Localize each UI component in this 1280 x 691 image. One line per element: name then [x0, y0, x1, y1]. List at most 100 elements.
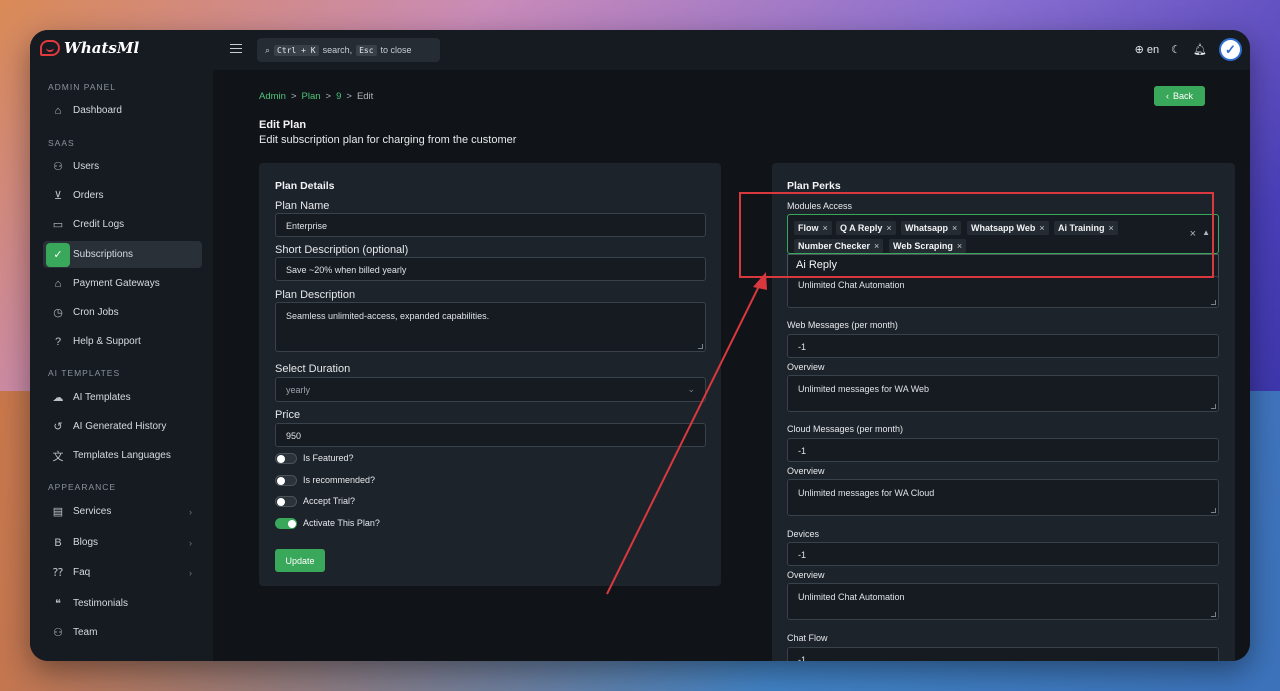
sidebar-item-label: Cron Jobs	[73, 307, 119, 318]
price-label: Price	[275, 409, 301, 421]
moon-icon[interactable]: ☾	[1171, 43, 1181, 56]
section-label-ai-templates: AI TEMPLATES	[48, 368, 121, 378]
sidebar-item-templates-languages[interactable]: 文 Templates Languages	[43, 442, 202, 469]
sidebar-item-label: Team	[73, 627, 98, 638]
team-icon: ⚇	[53, 627, 63, 639]
sidebar-item-users[interactable]: ⚇ Users	[43, 153, 202, 180]
breadcrumb-separator: >	[290, 91, 297, 102]
sidebar-item-orders[interactable]: ⊻ Orders	[43, 182, 202, 209]
sidebar-item-label: Orders	[73, 190, 104, 201]
topbar-actions: ⊕ en ☾ 🔔︎ ✓	[1135, 38, 1242, 61]
sidebar-item-services[interactable]: ▤ Services ›	[43, 498, 202, 525]
breadcrumb-admin[interactable]: Admin	[259, 91, 286, 102]
resize-handle-icon[interactable]	[1211, 508, 1216, 513]
section-label-appearance: APPEARANCE	[48, 482, 117, 492]
plan-description-label: Plan Description	[275, 289, 356, 301]
resize-handle-icon[interactable]	[1211, 404, 1216, 409]
section-label-admin: ADMIN PANEL	[48, 82, 116, 92]
price-input[interactable]: 950	[275, 423, 706, 447]
overview-label: Overview	[787, 362, 825, 372]
ai-icon: ☁	[52, 392, 64, 404]
chevron-right-icon: ›	[189, 567, 192, 578]
sidebar-item-help-support[interactable]: ? Help & Support	[43, 328, 202, 355]
sidebar-item-label: Services	[73, 506, 112, 517]
breadcrumb-separator: >	[325, 91, 332, 102]
bank-icon: ⌂	[54, 277, 62, 290]
accept-trial-toggle[interactable]	[275, 496, 297, 507]
sidebar-item-subscriptions[interactable]: ✓ Subscriptions	[43, 241, 202, 268]
logo-icon	[40, 40, 60, 56]
resize-handle-icon[interactable]	[1211, 300, 1216, 305]
shortcut-key: Ctrl + K	[274, 44, 319, 56]
sidebar-item-dashboard[interactable]: ⌂ Dashboard	[43, 97, 202, 124]
blog-icon: B	[54, 536, 62, 549]
sidebar-item-team[interactable]: ⚇ Team	[43, 619, 202, 646]
plan-name-input[interactable]: Enterprise	[275, 213, 706, 237]
bell-icon[interactable]: 🔔︎	[1193, 43, 1207, 56]
duration-label: Select Duration	[275, 363, 351, 375]
short-description-label: Short Description (optional)	[275, 244, 409, 256]
sidebar-item-label: Users	[73, 161, 100, 172]
chat-flow-input[interactable]: -1	[787, 647, 1219, 661]
search-hint: search,	[322, 45, 353, 55]
sidebar-item-ai-templates[interactable]: ☁ AI Templates	[43, 384, 202, 411]
breadcrumb: Admin > Plan > 9 > Edit	[259, 91, 373, 102]
update-button[interactable]: Update	[275, 549, 325, 572]
main-content: Admin > Plan > 9 > Edit ‹ Back Edit Plan…	[213, 70, 1250, 661]
resize-handle-icon[interactable]	[698, 344, 703, 349]
activate-plan-toggle[interactable]	[275, 518, 297, 529]
recommended-label: Is recommended?	[303, 475, 376, 485]
translate-icon: 文	[52, 450, 64, 463]
chevron-right-icon: ›	[189, 537, 192, 548]
cloud-messages-input[interactable]: -1	[787, 438, 1219, 462]
web-messages-input[interactable]: -1	[787, 334, 1219, 358]
search-icon: ⌕	[265, 44, 271, 55]
app-window: WhatsMl ADMIN PANEL ⌂ Dashboard SAAS ⚇ U…	[30, 30, 1250, 661]
short-description-input[interactable]: Save ~20% when billed yearly	[275, 257, 706, 281]
sidebar-item-blogs[interactable]: B Blogs ›	[43, 529, 202, 556]
sidebar-item-label: Payment Gateways	[73, 278, 160, 289]
search-bar[interactable]: ⌕ Ctrl + K search, Esc to close	[257, 38, 440, 62]
sidebar-item-label: Subscriptions	[73, 249, 134, 260]
sidebar-item-cron-jobs[interactable]: ◷ Cron Jobs	[43, 299, 202, 326]
app-logo[interactable]: WhatsMl	[40, 39, 139, 57]
featured-label: Is Featured?	[303, 453, 354, 463]
language-switcher[interactable]: ⊕ en	[1135, 43, 1160, 56]
plan-name-label: Plan Name	[275, 200, 330, 212]
web-overview-textarea[interactable]: Unlimited messages for WA Web	[787, 375, 1219, 412]
annotation-highlight-box	[739, 192, 1214, 278]
devices-input[interactable]: -1	[787, 542, 1219, 566]
resize-handle-icon[interactable]	[1211, 612, 1216, 617]
plan-description-textarea[interactable]: Seamless unlimited-access, expanded capa…	[275, 302, 706, 352]
sidebar-item-payment-gateways[interactable]: ⌂ Payment Gateways	[43, 270, 202, 297]
duration-select[interactable]: yearly ⌄	[275, 377, 706, 402]
featured-toggle[interactable]	[275, 453, 297, 464]
sidebar-item-faq[interactable]: ⁇ Faq ›	[43, 559, 202, 586]
testimonial-icon: ❝	[55, 598, 61, 610]
web-messages-label: Web Messages (per month)	[787, 320, 898, 330]
overview-text: Unlimited messages for WA Cloud	[798, 488, 935, 498]
overview-text: Unlimited Chat Automation	[798, 592, 905, 602]
breadcrumb-plan-id[interactable]: 9	[336, 91, 341, 102]
subscriptions-icon: ✓	[46, 242, 70, 267]
overview-text: Unlimited Chat Automation	[798, 280, 905, 290]
sidebar-item-credit-logs[interactable]: ▭ Credit Logs	[43, 211, 202, 238]
cloud-messages-label: Cloud Messages (per month)	[787, 424, 904, 434]
breadcrumb-current: Edit	[356, 91, 374, 102]
sidebar-item-testimonials[interactable]: ❝ Testimonials	[43, 590, 202, 617]
sidebar-item-label: Dashboard	[73, 105, 122, 116]
cloud-overview-textarea[interactable]: Unlimited messages for WA Cloud	[787, 479, 1219, 516]
back-button[interactable]: ‹ Back	[1154, 86, 1205, 106]
menu-toggle-icon[interactable]	[230, 44, 242, 53]
sidebar-item-label: Credit Logs	[73, 219, 125, 230]
avatar[interactable]: ✓	[1219, 38, 1242, 61]
sidebar-item-ai-history[interactable]: ↺ AI Generated History	[43, 413, 202, 440]
overview-text: Unlimited messages for WA Web	[798, 384, 930, 394]
recommended-toggle[interactable]	[275, 475, 297, 486]
perk-overview-textarea[interactable]: Unlimited Chat Automation	[787, 276, 1219, 308]
devices-overview-textarea[interactable]: Unlimited Chat Automation	[787, 583, 1219, 620]
topbar: ⌕ Ctrl + K search, Esc to close ⊕ en ☾ 🔔…	[213, 30, 1250, 70]
sidebar-item-label: AI Templates	[73, 392, 131, 403]
help-icon: ?	[54, 335, 62, 348]
breadcrumb-plan[interactable]: Plan	[302, 91, 321, 102]
